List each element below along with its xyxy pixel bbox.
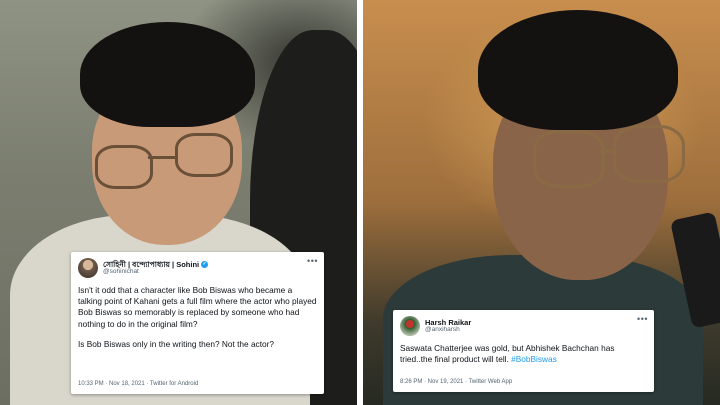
right-person-glasses-right bbox=[613, 125, 685, 183]
tweet-timestamp[interactable]: 10:33 PM · Nov 18, 2021 · Twitter for An… bbox=[78, 381, 198, 387]
avatar[interactable] bbox=[78, 258, 98, 278]
left-person-glasses-left bbox=[95, 145, 153, 189]
handle[interactable]: @anxiharsh bbox=[425, 326, 471, 334]
tweet-body: Saswata Chatterjee was gold, but Abhishe… bbox=[400, 343, 615, 365]
tweet-header: সোহিনী | বন্দ্যোপাধ্যায় | Sohini ✓ @soh… bbox=[78, 258, 209, 278]
avatar[interactable] bbox=[400, 316, 420, 336]
verified-badge-icon: ✓ bbox=[201, 261, 209, 269]
tweet-text: Saswata Chatterjee was gold, but Abhishe… bbox=[400, 343, 647, 365]
tweet-timestamp[interactable]: 8:26 PM · Nov 19, 2021 · Twitter Web App bbox=[400, 379, 512, 385]
tweet-author: সোহিনী | বন্দ্যোপাধ্যায় | Sohini ✓ @soh… bbox=[103, 260, 209, 276]
left-person-glasses-right bbox=[175, 133, 233, 177]
right-person-hair bbox=[478, 10, 678, 130]
left-person-glasses-bridge bbox=[148, 156, 176, 159]
tweet-text: Isn't it odd that a character like Bob B… bbox=[78, 285, 317, 350]
tweet-author: Harsh Raikar @anxiharsh bbox=[425, 318, 471, 334]
right-person-glasses-left bbox=[533, 130, 605, 188]
tweet-paragraph: Isn't it odd that a character like Bob B… bbox=[78, 285, 317, 329]
tweet-paragraph: Is Bob Biswas only in the writing then? … bbox=[78, 338, 275, 349]
tweet-card-sohini[interactable]: সোহিনী | বন্দ্যোপাধ্যায় | Sohini ✓ @soh… bbox=[71, 252, 324, 394]
more-options-icon[interactable]: ••• bbox=[637, 314, 648, 324]
tweet-card-harsh[interactable]: Harsh Raikar @anxiharsh ••• Saswata Chat… bbox=[393, 310, 654, 392]
left-person-hair bbox=[80, 22, 255, 127]
hashtag-link[interactable]: #BobBiswas bbox=[511, 354, 557, 364]
handle[interactable]: @sohinichat bbox=[103, 268, 208, 276]
tweet-header: Harsh Raikar @anxiharsh bbox=[400, 316, 471, 336]
right-person-glasses-bridge bbox=[599, 150, 614, 153]
more-options-icon[interactable]: ••• bbox=[307, 256, 318, 266]
